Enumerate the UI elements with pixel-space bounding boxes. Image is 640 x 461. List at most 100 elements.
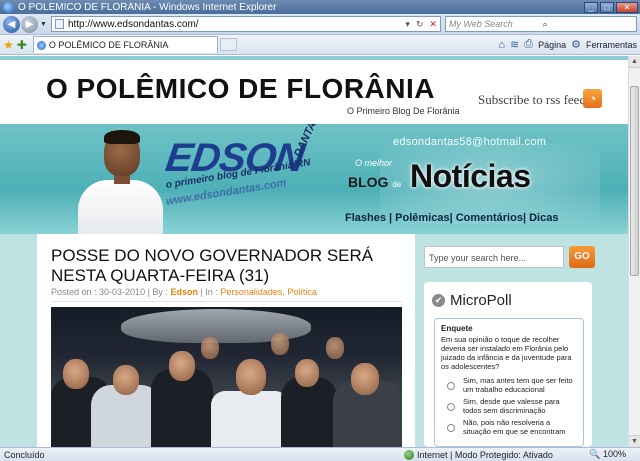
sidebar: Type your search here... GO ✔ MicroPoll … [424, 234, 600, 447]
page-menu[interactable]: Página [538, 40, 566, 50]
url-text[interactable]: http://www.edsondantas.com/ [68, 19, 402, 30]
micropoll-title: MicroPoll [450, 292, 512, 309]
back-button[interactable]: ◀ [3, 15, 20, 33]
content-area: POSSE DO NOVO GOVERNADOR SERÁ NESTA QUAR… [0, 234, 628, 447]
photo-face [326, 337, 344, 359]
tab-label: O POLÊMICO DE FLORÂNIA [48, 40, 169, 50]
address-dropdown-icon[interactable]: ▾ [402, 19, 413, 30]
banner-portrait-photo [78, 128, 163, 234]
rss-label: Subscribe to rss feed : [478, 92, 593, 107]
web-search-placeholder: My Web Search [448, 19, 513, 29]
search-go-button[interactable]: GO [569, 246, 595, 268]
photo-face [271, 333, 289, 355]
photo-face [236, 359, 266, 395]
print-icon[interactable]: ⎙ [524, 38, 533, 51]
scroll-up-arrow-icon[interactable]: ▲ [629, 56, 640, 68]
banner-brand-vertical: DANTAS.COM [292, 124, 334, 159]
photo-face [169, 351, 195, 381]
tools-menu[interactable]: Ferramentas [586, 40, 637, 50]
banner-blog-word: BLOG [348, 174, 389, 190]
window-titlebar: O POLÊMICO DE FLORÂNIA - Windows Interne… [0, 0, 640, 14]
banner-category-links[interactable]: Flashes | Polêmicas| Comentários| Dicas [345, 212, 558, 224]
post-meta: Posted on : 30-03-2010 | By : Edson | In… [51, 287, 317, 297]
post-photo [51, 307, 402, 447]
banner-noticias: Notícias [410, 158, 531, 194]
photo-face [63, 359, 89, 389]
banner-blog-de: BLOG de [348, 174, 401, 190]
status-bar: Concluído Internet | Modo Protegido: Ati… [0, 447, 640, 461]
photo-face [295, 359, 319, 387]
poll-question: Em sua opinião o toque de recolher dever… [441, 335, 572, 371]
feeds-icon[interactable]: ≋ [510, 38, 519, 51]
blog-tagline: O Primeiro Blog De Florânia [347, 106, 460, 116]
post-author-link[interactable]: Edson [170, 287, 198, 297]
photo-face [351, 363, 379, 395]
post-categories-link[interactable]: Personalidades, Política [220, 287, 317, 297]
poll-option[interactable]: Sim, desde que valesse para todos sem di… [441, 397, 577, 415]
address-field[interactable]: http://www.edsondantas.com/ ▾ ↻ ✕ [50, 16, 441, 32]
portrait-shirt [78, 180, 163, 234]
refresh-icon[interactable]: ↻ [413, 19, 427, 30]
scroll-down-arrow-icon[interactable]: ▼ [629, 435, 640, 447]
page-scrollbar[interactable]: ▲ ▼ [628, 56, 640, 447]
post-divider [51, 301, 402, 302]
poll-option-label: Sim, mas antes tem que ser feito um trab… [463, 376, 573, 394]
sidebar-search-row: Type your search here... GO [424, 246, 600, 268]
banner-o-melhor: O melhor [355, 158, 393, 168]
address-toolbar: ◀ ▶ ▼ http://www.edsondantas.com/ ▾ ↻ ✕ … [0, 14, 640, 35]
maximize-button[interactable]: □ [600, 1, 614, 13]
poll-option[interactable]: Não, pois não resolveria a situação em q… [441, 418, 577, 436]
security-zone[interactable]: Internet | Modo Protegido: Ativado [417, 450, 577, 460]
zoom-value: 100% [602, 449, 626, 459]
poll-option-radio[interactable] [447, 424, 455, 432]
home-icon[interactable]: ⌂ [498, 39, 505, 51]
post-title[interactable]: POSSE DO NOVO GOVERNADOR SERÁ NESTA QUAR… [51, 246, 391, 286]
poll-option-label: Sim, desde que valesse para todos sem di… [463, 397, 560, 415]
new-tab-button[interactable] [219, 38, 237, 51]
add-favorite-icon[interactable]: ✚ [17, 38, 27, 52]
banner-de-word: de [392, 180, 402, 189]
zoom-level[interactable]: 🔍 100% [589, 449, 640, 460]
close-window-button[interactable]: ✕ [616, 1, 638, 13]
rss-feed-icon[interactable]: ◔ [583, 89, 602, 108]
contact-email: edsondantas58@hotmail.com [393, 136, 547, 148]
micropoll-header: ✔ MicroPoll [432, 292, 512, 309]
history-dropdown-icon[interactable]: ▼ [40, 21, 47, 28]
web-search-input[interactable]: My Web Search ⌕ [444, 16, 637, 32]
internet-zone-icon [404, 449, 414, 460]
blog-header: O POLÊMICO DE FLORÂNIA O Primeiro Blog D… [0, 56, 628, 124]
tab-active[interactable]: O POLÊMICO DE FLORÂNIA [32, 36, 218, 53]
poll-option-radio[interactable] [447, 403, 455, 411]
portrait-hair [104, 130, 140, 144]
check-circle-icon: ✔ [432, 294, 445, 307]
stop-icon[interactable]: ✕ [426, 19, 440, 30]
blog-title[interactable]: O POLÊMICO DE FLORÂNIA [46, 73, 435, 105]
forward-button[interactable]: ▶ [21, 15, 38, 33]
photo-person [281, 377, 337, 447]
poll-option-label: Não, pois não resolveria a situação em q… [463, 418, 566, 436]
minimize-button[interactable]: _ [584, 1, 598, 13]
scrollbar-thumb[interactable] [630, 86, 639, 276]
micropoll-widget: ✔ MicroPoll Enquete Em sua opinião o toq… [424, 282, 592, 447]
poll-option[interactable]: Sim, mas antes tem que ser feito um trab… [441, 376, 577, 394]
search-icon[interactable]: ⌕ [539, 19, 636, 30]
poll-label: Enquete [441, 324, 473, 333]
sidebar-search-input[interactable]: Type your search here... [424, 246, 564, 268]
poll-panel: Enquete Em sua opinião o toque de recolh… [434, 318, 584, 447]
blog-post: POSSE DO NOVO GOVERNADOR SERÁ NESTA QUAR… [37, 234, 415, 447]
tools-gear-icon[interactable]: ⚙ [571, 38, 581, 51]
window-title: O POLÊMICO DE FLORÂNIA - Windows Interne… [18, 1, 277, 13]
photo-face [201, 337, 219, 359]
ie-logo-icon [3, 1, 14, 13]
photo-person [211, 391, 289, 447]
status-text: Concluído [4, 449, 45, 460]
blog-banner: EDSON DANTAS.COM o primeiro blog de Flor… [0, 124, 628, 234]
photo-face [113, 365, 139, 395]
poll-option-radio[interactable] [447, 382, 455, 390]
favorites-star-icon[interactable]: ★ [3, 38, 14, 52]
page-viewport: O POLÊMICO DE FLORÂNIA O Primeiro Blog D… [0, 56, 628, 447]
post-date: Posted on : 30-03-2010 | By : [51, 287, 168, 297]
page-icon [54, 19, 64, 29]
post-in-label: | In : [200, 287, 218, 297]
tab-page-icon [36, 40, 46, 50]
